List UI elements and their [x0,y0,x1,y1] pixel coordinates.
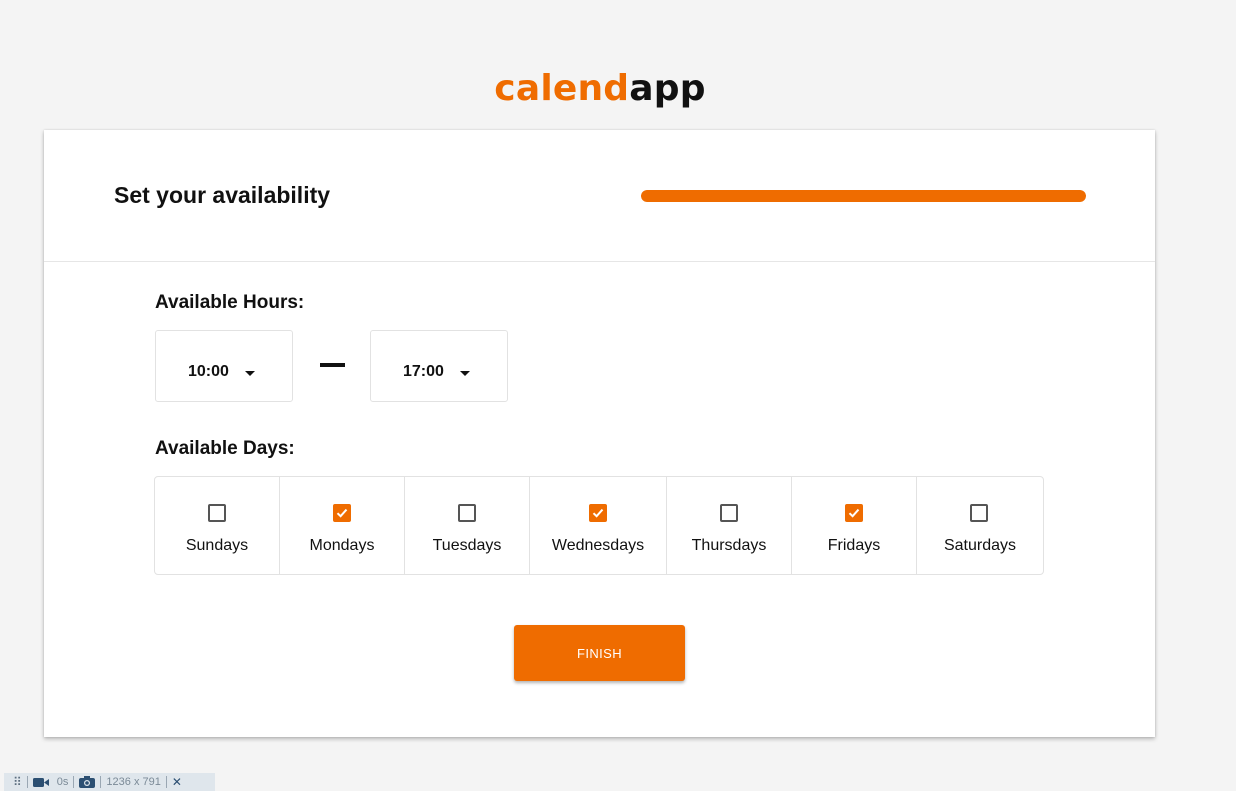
checkbox-unchecked[interactable] [458,504,476,522]
recorder-toolbar: ⠿ 0s 1236 x 791 ✕ [4,773,215,791]
screen-size-readout: 1236 x 791 [106,776,161,788]
day-option-sundays[interactable]: Sundays [155,477,280,574]
end-time-value: 17:00 [403,363,444,380]
day-label: Tuesdays [432,537,502,554]
available-days-label: Available Days: [155,438,295,459]
day-label: Wednesdays [551,537,645,554]
start-time-value: 10:00 [188,363,229,380]
checkbox-checked[interactable] [589,504,607,522]
checkmark-icon [336,508,348,518]
day-option-tuesdays[interactable]: Tuesdays [405,477,530,574]
divider [26,776,28,788]
available-hours-label: Available Hours: [155,292,305,313]
checkmark-icon [848,508,860,518]
day-option-mondays[interactable]: Mondays [280,477,405,574]
checkbox-unchecked[interactable] [720,504,738,522]
checkbox-checked[interactable] [845,504,863,522]
days-checkbox-group: Sundays Mondays Tuesdays Wednesdays Thursday… [154,476,1044,575]
day-label: Sundays [185,537,249,554]
day-option-thursdays[interactable]: Thursdays [667,477,792,574]
day-label: Thursdays [691,537,767,554]
checkbox-unchecked[interactable] [208,504,226,522]
record-timer: 0s [56,776,69,788]
brand-logo-part1: calend [494,68,630,109]
day-label: Saturdays [943,537,1017,554]
caret-down-icon [460,371,470,376]
start-time-select[interactable]: 10:00 [155,330,293,402]
video-camera-icon[interactable] [32,773,49,791]
range-dash [320,363,345,367]
divider [73,776,75,788]
divider [100,776,102,788]
end-time-select[interactable]: 17:00 [370,330,508,402]
page-title: Set your availability [114,182,331,208]
checkbox-checked[interactable] [333,504,351,522]
card-header: Set your availability [44,130,1155,262]
camera-icon[interactable] [79,773,96,791]
divider [165,776,167,788]
progress-bar-fill [641,190,1086,202]
progress-bar [641,190,1086,202]
day-label: Mondays [309,537,375,554]
day-option-saturdays[interactable]: Saturdays [917,477,1043,574]
caret-down-icon [245,371,255,376]
checkmark-icon [592,508,604,518]
drag-handle-icon[interactable]: ⠿ [13,773,22,791]
checkbox-unchecked[interactable] [970,504,988,522]
day-label: Fridays [827,537,881,554]
close-icon[interactable]: ✕ [172,773,182,791]
day-option-fridays[interactable]: Fridays [792,477,917,574]
availability-card: Set your availability Available Hours: 1… [44,130,1155,737]
brand-logo-part2: app [629,68,706,109]
finish-button[interactable]: FINISH [514,625,685,681]
brand-logo: calendapp [0,68,1200,109]
day-option-wednesdays[interactable]: Wednesdays [530,477,667,574]
